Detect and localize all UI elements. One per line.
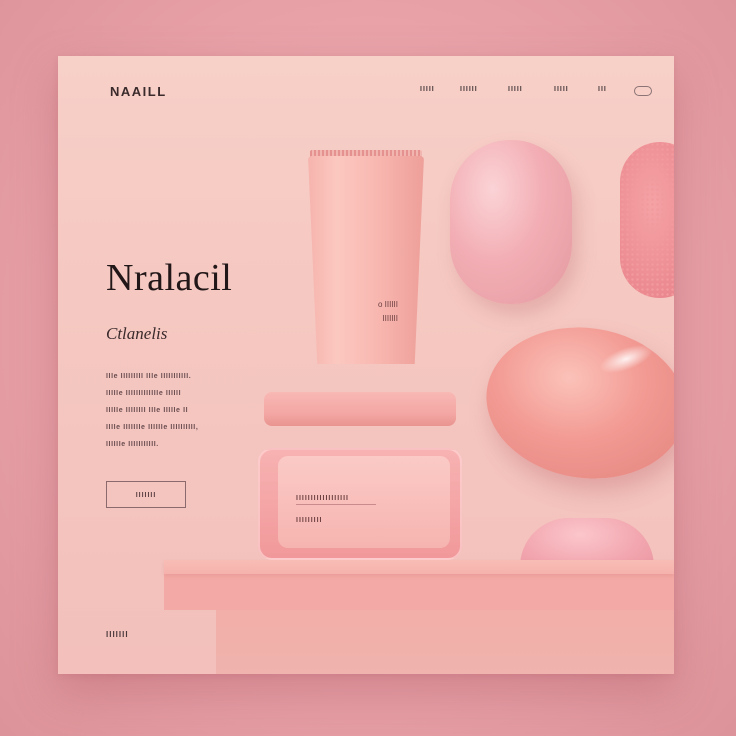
tube-label-line: o IIIIII bbox=[377, 300, 398, 309]
hero-subtitle: Ctlanelis bbox=[106, 324, 168, 343]
landing-page-frame: NAAILL IIIII IIIIII IIIII IIIII III Nral… bbox=[58, 56, 674, 674]
hero-description-line: IIIIIe IIIIIIII IIIe IIIIIe II bbox=[106, 407, 189, 414]
tube-label: o IIIIII IIIIIII bbox=[348, 298, 398, 326]
hero-description-line: IIIIIIe IIIIIIIIIII. bbox=[106, 441, 159, 448]
jar-label: IIIIIIIIIIIIIIIIII IIIIIIIII bbox=[296, 488, 349, 532]
tube-label-line: IIIIIII bbox=[382, 314, 398, 323]
pink-stone-image bbox=[450, 140, 572, 304]
jar-label-divider bbox=[296, 504, 376, 505]
hero-description-line: IIIe IIIIIIIII IIIe IIIIIIIIIII. bbox=[106, 373, 192, 380]
shelf-top bbox=[164, 560, 674, 574]
jar-label-line: IIIIIIIII bbox=[296, 517, 323, 524]
menu-toggle-icon[interactable] bbox=[634, 86, 652, 96]
brand-logo[interactable]: NAAILL bbox=[110, 84, 167, 99]
cream-jar-lid bbox=[264, 392, 456, 426]
shelf-front bbox=[164, 574, 674, 610]
shelf-base bbox=[216, 610, 674, 674]
sponge-image bbox=[620, 142, 674, 298]
hero-description: IIIe IIIIIIIII IIIe IIIIIIIIIII. IIIIIe … bbox=[106, 368, 256, 453]
nav-item-3[interactable]: IIIII bbox=[508, 86, 523, 93]
nav-item-4[interactable]: IIIII bbox=[554, 86, 569, 93]
nav-item-5[interactable]: III bbox=[598, 86, 607, 93]
cream-tube-image bbox=[308, 156, 424, 364]
soap-bar-image bbox=[476, 314, 674, 492]
hero-description-line: IIIIe IIIIIIIe IIIIIIe IIIIIIIIII, bbox=[106, 424, 199, 431]
nav-item-2[interactable]: IIIIII bbox=[460, 86, 478, 93]
jar-label-line: IIIIIIIIIIIIIIIIII bbox=[296, 495, 350, 502]
hero-title: Nralacil bbox=[106, 257, 233, 299]
cta-button[interactable]: IIIIIII bbox=[106, 481, 186, 508]
footer-label: IIIIIII bbox=[106, 630, 129, 639]
nav-item-1[interactable]: IIIII bbox=[420, 86, 435, 93]
hero-description-line: IIIIIe IIIIIIIIIIIIIe IIIIII bbox=[106, 390, 182, 397]
